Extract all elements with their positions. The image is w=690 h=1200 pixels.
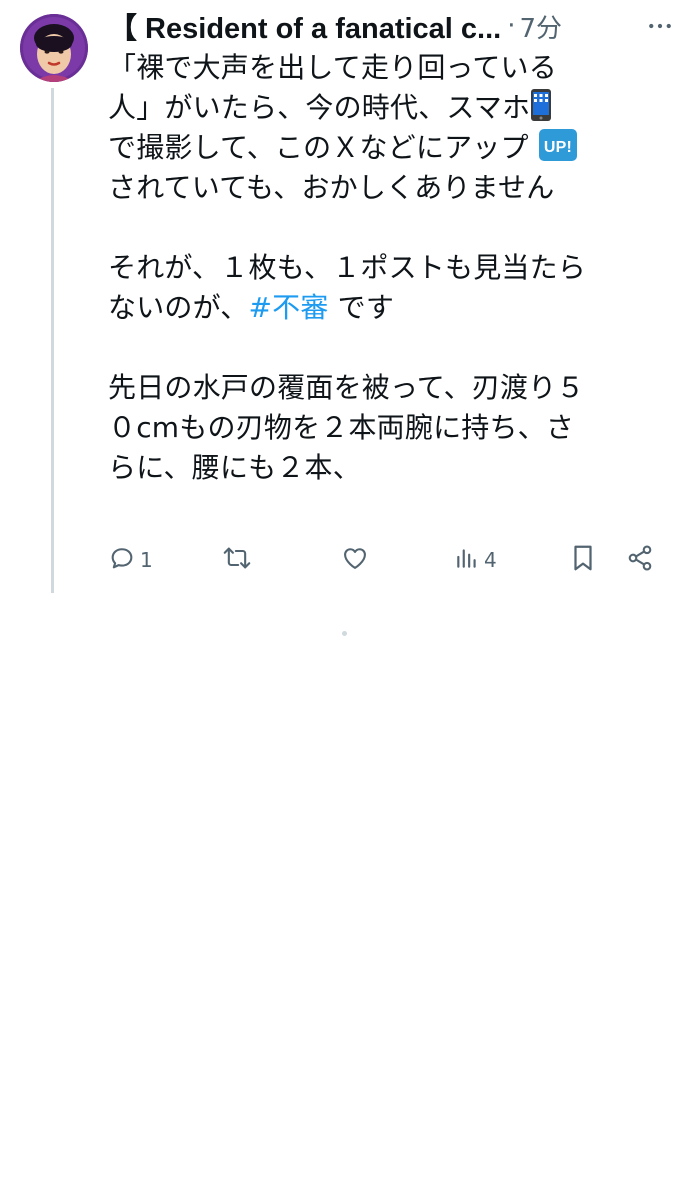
tweet-header: 【 Resident of a fanatical c... · 7分 <box>108 6 678 46</box>
thread-line <box>51 88 54 593</box>
tweet-text-line: ０cmもの刃物を２本両腕に持ち、さ <box>108 411 575 444</box>
tweet-paragraph-2: それが、１枚も、１ポストも見当たら ないのが、#不審 です <box>108 248 678 328</box>
tweet-body: 「裸で大声を出して走り回っている 人」がいたら、今の時代、スマホ で撮影して、こ… <box>108 48 678 488</box>
bookmark-icon <box>570 543 596 577</box>
bookmark-button[interactable] <box>570 544 596 576</box>
author-display-name[interactable]: 【 Resident of a fanatical c... <box>108 5 501 47</box>
tweet-text-line: 「裸で大声を出して走り回っている <box>108 51 557 84</box>
mobile-phone-emoji-icon <box>530 88 552 133</box>
tweet-paragraph-1: 「裸で大声を出して走り回っている 人」がいたら、今の時代、スマホ で撮影して、こ… <box>108 48 678 208</box>
share-button[interactable] <box>626 544 654 576</box>
user-avatar-icon[interactable] <box>20 14 88 82</box>
tweet-text-line: らに、腰にも２本、 <box>108 451 361 484</box>
tweet-text-line: それが、１枚も、１ポストも見当たら <box>108 251 587 284</box>
retweet-icon <box>221 544 253 576</box>
tweet-text-line: ないのが、#不審 です <box>108 291 395 324</box>
share-icon <box>626 544 654 576</box>
reply-count: 1 <box>140 548 153 572</box>
header-separator: · <box>507 11 516 41</box>
more-options-icon[interactable] <box>642 8 678 44</box>
tweet[interactable]: 【 Resident of a fanatical c... · 7分 「裸で大… <box>0 0 690 600</box>
views-button[interactable]: 4 <box>454 544 497 576</box>
tweet-text-line: 先日の水戸の覆面を被って、刃渡り５ <box>108 371 585 404</box>
like-icon <box>340 544 370 576</box>
tweet-text-line: されていても、おかしくありません <box>108 171 555 204</box>
loading-indicator <box>342 631 347 636</box>
svg-text:UP!: UP! <box>544 139 572 156</box>
views-icon <box>454 544 480 576</box>
tweet-text-line: で撮影して、このＸなどにアップ UP! <box>108 128 678 168</box>
up-button-emoji-icon: UP! <box>538 128 578 173</box>
views-count: 4 <box>484 548 497 572</box>
tweet-timestamp[interactable]: 7分 <box>519 8 562 45</box>
reply-icon <box>108 544 136 576</box>
like-button[interactable] <box>340 544 374 576</box>
tweet-actions: 1 4 <box>108 540 660 580</box>
tweet-paragraph-3: 先日の水戸の覆面を被って、刃渡り５ ０cmもの刃物を２本両腕に持ち、さ らに、腰… <box>108 368 678 488</box>
tweet-text-line: 人」がいたら、今の時代、スマホ <box>108 88 678 128</box>
hashtag-link[interactable]: #不審 <box>248 291 328 324</box>
retweet-button[interactable] <box>221 544 257 576</box>
reply-button[interactable]: 1 <box>108 544 153 576</box>
